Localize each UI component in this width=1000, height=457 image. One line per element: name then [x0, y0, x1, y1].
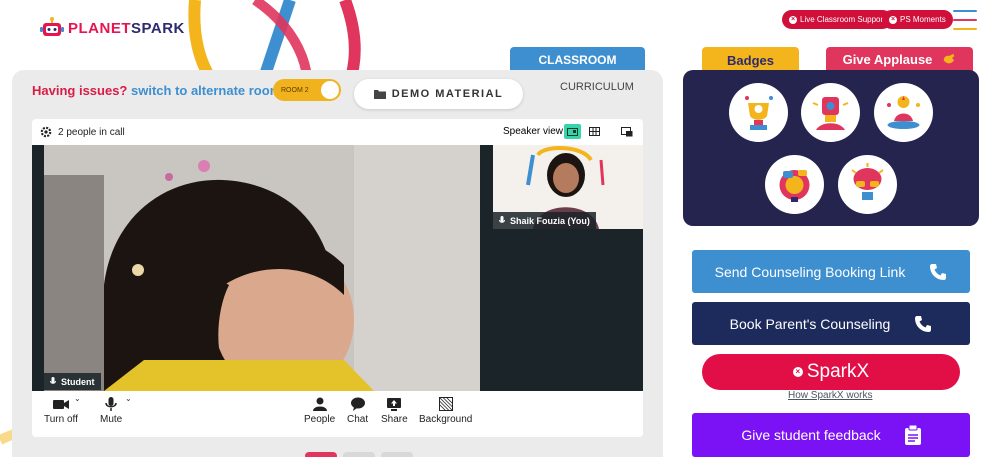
book-parent-label: Book Parent's Counseling	[729, 315, 891, 332]
turn-off-label: Turn off	[44, 414, 78, 425]
brain-glasses-icon	[838, 155, 897, 214]
toggle-knob	[321, 81, 339, 99]
share-screen-icon	[387, 398, 402, 411]
page-indicator	[305, 452, 413, 457]
people-label: People	[304, 414, 336, 425]
badge-idea-icon[interactable]	[765, 155, 824, 214]
microphone-icon	[50, 377, 56, 384]
sparkx-label: SparkX	[806, 361, 870, 382]
call-controls: Turn off ⌄ Mute ⌄ People Chat Share Back…	[32, 391, 643, 437]
trophy-icon	[729, 83, 788, 142]
close-circle-icon: ×	[792, 367, 803, 377]
raised-fist-icon	[801, 83, 860, 142]
indicator-dot[interactable]	[343, 452, 375, 457]
demo-material-button[interactable]: DEMO MATERIAL	[354, 79, 523, 109]
chat-button[interactable]: Chat	[347, 397, 368, 425]
background-label: Background	[419, 414, 473, 425]
give-feedback-label: Give student feedback	[741, 427, 881, 443]
student-name: Student	[61, 376, 95, 387]
gear-icon[interactable]	[40, 126, 52, 138]
speaker-view-label: Speaker view	[502, 126, 563, 137]
badge-meditation-icon[interactable]	[874, 83, 933, 142]
share-label: Share	[381, 414, 408, 425]
close-circle-icon: ×	[789, 15, 797, 24]
badges-panel	[683, 70, 979, 226]
badge-brain-icon[interactable]	[838, 155, 897, 214]
switch-room-link[interactable]: switch to alternate room	[131, 83, 281, 98]
share-button[interactable]: Share	[381, 397, 408, 425]
picture-in-picture-button[interactable]	[618, 124, 635, 139]
chat-label: Chat	[347, 414, 369, 425]
logo-text: PLANETSPARK	[68, 19, 185, 37]
send-counseling-label: Send Counseling Booking Link	[714, 263, 906, 280]
lightbulb-idea-icon	[765, 155, 824, 214]
room-toggle[interactable]: ROOM 2	[273, 79, 341, 101]
person-icon	[312, 397, 327, 411]
ps-moments-label: PS Moments	[900, 15, 946, 24]
phone-icon	[930, 263, 947, 280]
badge-trophy-icon[interactable]	[729, 83, 788, 142]
speaker-view-button[interactable]	[564, 124, 581, 139]
issues-text: Having issues?	[32, 83, 128, 98]
room-toggle-label: ROOM 2	[281, 86, 309, 94]
tutor-name-tag: Shaik Fouzia (You)	[493, 212, 596, 229]
clipboard-icon	[904, 425, 921, 445]
meditation-icon	[874, 83, 933, 142]
background-icon	[438, 397, 453, 411]
tutor-video: Shaik Fouzia (You)	[493, 145, 643, 229]
badge-fist-icon[interactable]	[801, 83, 860, 142]
tab-give-applause[interactable]: Give Applause	[826, 47, 973, 71]
clap-hands-icon	[944, 54, 955, 64]
microphone-icon	[499, 216, 505, 223]
people-count: 2 people in call	[58, 126, 125, 138]
close-circle-icon: ×	[889, 15, 897, 24]
phone-icon	[915, 315, 932, 332]
video-area: Student Shaik Fouzia (You)	[32, 145, 643, 391]
student-video-feed	[44, 145, 480, 391]
speaker-view-icon	[567, 127, 578, 136]
microphone-icon	[105, 397, 117, 411]
give-student-feedback-button[interactable]: Give student feedback	[692, 413, 970, 457]
demo-material-label: DEMO MATERIAL	[391, 88, 504, 100]
student-name-tag: Student	[44, 373, 101, 390]
planetspark-logo[interactable]: PLANETSPARK	[40, 16, 185, 40]
indicator-dot[interactable]	[305, 452, 337, 457]
indicator-dot[interactable]	[381, 452, 413, 457]
robot-logo-icon	[40, 17, 64, 36]
chat-bubble-icon	[350, 397, 365, 411]
sparkx-button[interactable]: × SparkX	[702, 354, 960, 390]
mute-button[interactable]: Mute	[100, 397, 122, 425]
people-button[interactable]: People	[304, 397, 335, 425]
send-counseling-link-button[interactable]: Send Counseling Booking Link	[692, 250, 970, 293]
ps-moments-button[interactable]: × PS Moments	[882, 10, 953, 29]
picture-in-picture-icon	[620, 126, 632, 136]
chevron-down-icon[interactable]: ⌄	[125, 394, 132, 403]
tutor-name: Shaik Fouzia (You)	[510, 215, 590, 226]
camera-toggle-button[interactable]: Turn off	[44, 397, 78, 425]
menu-hamburger-icon[interactable]	[953, 10, 977, 30]
grid-view-icon	[589, 127, 600, 136]
book-parent-counseling-button[interactable]: Book Parent's Counseling	[692, 302, 970, 345]
video-camera-icon	[52, 400, 69, 409]
folder-icon	[373, 90, 386, 99]
background-button[interactable]: Background	[419, 397, 472, 425]
video-call: 2 people in call Speaker view Student Sh…	[32, 119, 643, 437]
tab-curriculum[interactable]: CURRICULUM	[560, 81, 634, 93]
student-video: Student	[44, 145, 480, 391]
live-support-label: Live Classroom Support	[800, 15, 886, 24]
applause-label: Give Applause	[842, 51, 933, 67]
how-sparkx-works-link[interactable]: How SparkX works	[788, 390, 872, 401]
live-classroom-support-button[interactable]: × Live Classroom Support	[782, 10, 893, 29]
tab-classroom[interactable]: CLASSROOM	[510, 47, 645, 72]
chevron-down-icon[interactable]: ⌄	[74, 394, 81, 403]
alternate-room-prompt: Having issues? switch to alternate room	[32, 83, 281, 98]
grid-view-button[interactable]	[586, 124, 603, 139]
mute-label: Mute	[100, 414, 123, 425]
